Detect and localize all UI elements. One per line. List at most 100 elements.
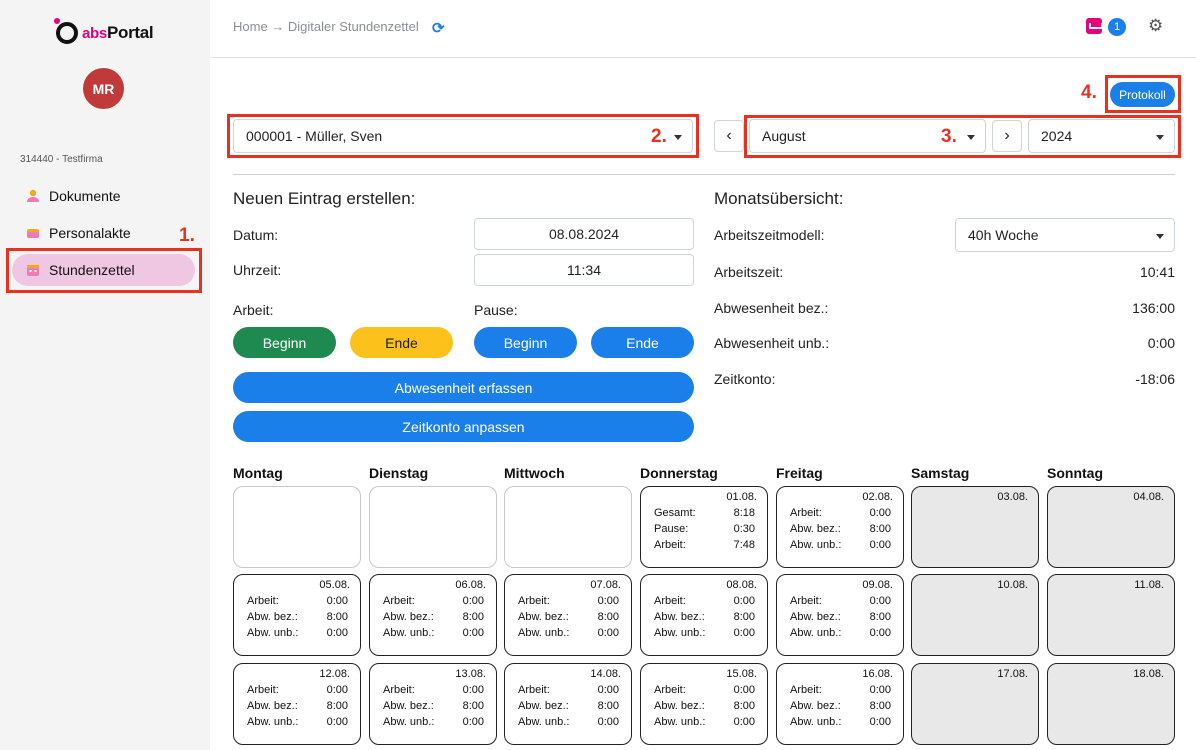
pause-end-button[interactable]: Ende (591, 327, 694, 358)
empty-day-cell (233, 486, 361, 568)
day-cell[interactable]: 08.08. Arbeit: 0:00 Abw. bez.: 8:00 Abw. unb.… (640, 574, 768, 656)
summary-title: Monatsübersicht: (714, 189, 844, 208)
day-entry-label: Abw. unb.: (383, 627, 435, 639)
avatar[interactable]: MR (83, 68, 124, 109)
day-cell[interactable]: 15.08. Arbeit: 0:00 Abw. bez.: 8:00 Abw. unb.… (640, 663, 768, 745)
day-entry-row: Abw. bez.: 8:00 (790, 700, 891, 712)
work-model-select[interactable]: 40h Woche (955, 218, 1175, 252)
weekday-header: Donnerstag (640, 465, 718, 481)
absence-paid-value: 136:00 (1132, 300, 1175, 316)
protokoll-button[interactable]: Protokoll (1110, 82, 1175, 107)
day-cell[interactable]: 10.08. (911, 574, 1039, 656)
day-entry-value: 8:00 (869, 700, 891, 712)
day-entry-row: Arbeit: 0:00 (790, 507, 891, 519)
year-select[interactable]: 2024 (1028, 119, 1175, 153)
refresh-icon[interactable]: ⟳ (432, 19, 445, 37)
day-entry-value: 8:18 (733, 507, 755, 519)
day-cell[interactable]: 02.08. Arbeit: 0:00 Abw. bez.: 8:00 Abw. unb.… (776, 486, 904, 568)
day-entry-row: Abw. unb.: 0:00 (790, 627, 891, 639)
day-entry-row: Arbeit: 0:00 (383, 595, 484, 607)
day-entry-label: Arbeit: (790, 595, 822, 607)
record-absence-button[interactable]: Abwesenheit erfassen (233, 372, 694, 403)
day-entry-row: Abw. unb.: 0:00 (383, 627, 484, 639)
day-cell[interactable]: 11.08. (1047, 574, 1175, 656)
day-date: 08.08. (726, 579, 757, 591)
sidebar-item-stundenzettel[interactable]: Stundenzettel (12, 254, 195, 286)
day-cell[interactable]: 03.08. (911, 486, 1039, 568)
chevron-down-icon (1156, 135, 1164, 140)
day-cell[interactable]: 14.08. Arbeit: 0:00 Abw. bez.: 8:00 Abw. unb.… (504, 663, 632, 745)
day-entry-value: 0:00 (869, 539, 891, 551)
sidebar-item-personalakte[interactable]: Personalakte (12, 217, 195, 249)
day-entry-row: Arbeit: 0:00 (790, 595, 891, 607)
adjust-time-account-button[interactable]: Zeitkonto anpassen (233, 411, 694, 442)
day-cell[interactable]: 17.08. (911, 663, 1039, 745)
weekday-header: Samstag (911, 465, 970, 481)
day-entry-value: 0:00 (326, 627, 348, 639)
app-logo[interactable]: abs Portal (54, 18, 154, 46)
day-cell[interactable]: 07.08. Arbeit: 0:00 Abw. bez.: 8:00 Abw. unb.… (504, 574, 632, 656)
chevron-down-icon (1156, 234, 1164, 239)
day-entry-row: Gesamt: 8:18 (654, 507, 755, 519)
day-entry-value: 0:00 (326, 595, 348, 607)
weekday-header: Sonntag (1047, 465, 1103, 481)
day-entry-value: 0:00 (869, 716, 891, 728)
day-entry-label: Arbeit: (790, 684, 822, 696)
day-entry-row: Abw. bez.: 8:00 (518, 611, 619, 623)
day-entry-row: Arbeit: 0:00 (518, 684, 619, 696)
prev-month-button[interactable]: ‹ (714, 120, 744, 152)
chevron-down-icon (967, 135, 975, 140)
day-cell[interactable]: 16.08. Arbeit: 0:00 Abw. bez.: 8:00 Abw. unb.… (776, 663, 904, 745)
gear-icon[interactable]: ⚙ (1148, 16, 1163, 36)
day-cell[interactable]: 06.08. Arbeit: 0:00 Abw. bez.: 8:00 Abw. unb.… (369, 574, 497, 656)
day-entry-label: Abw. unb.: (247, 716, 299, 728)
day-entry-label: Abw. unb.: (654, 716, 706, 728)
logo-abs-text: abs (82, 24, 107, 42)
day-cell[interactable]: 05.08. Arbeit: 0:00 Abw. bez.: 8:00 Abw. unb.… (233, 574, 361, 656)
day-entry-label: Abw. bez.: (247, 611, 298, 623)
employee-select[interactable]: 000001 - Müller, Sven (233, 119, 693, 153)
weekday-header: Dienstag (369, 465, 429, 481)
day-entry-row: Abw. unb.: 0:00 (247, 627, 348, 639)
date-field[interactable]: 08.08.2024 (474, 218, 694, 250)
day-entry-label: Abw. bez.: (790, 611, 841, 623)
day-cell[interactable]: 13.08. Arbeit: 0:00 Abw. bez.: 8:00 Abw. unb.… (369, 663, 497, 745)
day-entry-label: Abw. bez.: (247, 700, 298, 712)
chevron-right-icon: › (1004, 127, 1010, 144)
worktime-value: 10:41 (1139, 264, 1175, 280)
divider (233, 174, 1175, 175)
day-entry-label: Abw. bez.: (383, 611, 434, 623)
notification-badge[interactable]: 1 (1108, 18, 1126, 36)
pause-begin-button[interactable]: Beginn (474, 327, 577, 358)
next-month-button[interactable]: › (992, 120, 1022, 152)
day-cell[interactable]: 09.08. Arbeit: 0:00 Abw. bez.: 8:00 Abw. unb.… (776, 574, 904, 656)
day-entry-row: Abw. bez.: 8:00 (247, 611, 348, 623)
work-begin-button[interactable]: Beginn (233, 327, 336, 358)
month-select-value: August (762, 128, 806, 144)
day-entry-row: Abw. unb.: 0:00 (654, 716, 755, 728)
employee-select-value: 000001 - Müller, Sven (246, 128, 383, 144)
work-end-button[interactable]: Ende (350, 327, 453, 358)
day-cell[interactable]: 18.08. (1047, 663, 1175, 745)
day-entry-value: 7:48 (733, 539, 755, 551)
day-date: 06.08. (455, 579, 486, 591)
inbox-icon[interactable] (1086, 18, 1103, 34)
day-entry-value: 0:00 (597, 595, 619, 607)
day-entry-value: 8:00 (326, 700, 348, 712)
day-entry-label: Abw. unb.: (790, 627, 842, 639)
sidebar-item-dokumente[interactable]: Dokumente (12, 180, 195, 212)
day-entry-row: Abw. unb.: 0:00 (247, 716, 348, 728)
day-cell[interactable]: 01.08. Gesamt: 8:18 Pause: 0:30 Arbeit: 7:48 (640, 486, 768, 568)
day-cell[interactable]: 12.08. Arbeit: 0:00 Abw. bez.: 8:00 Abw. unb.… (233, 663, 361, 745)
day-entry-row: Abw. bez.: 8:00 (790, 523, 891, 535)
day-date: 05.08. (319, 579, 350, 591)
day-cell[interactable]: 04.08. (1047, 486, 1175, 568)
day-entry-label: Abw. unb.: (654, 627, 706, 639)
breadcrumb[interactable]: Home → Digitaler Stundenzettel (233, 19, 419, 34)
time-field[interactable]: 11:34 (474, 254, 694, 286)
day-entry-row: Abw. bez.: 8:00 (383, 700, 484, 712)
day-entry-row: Abw. unb.: 0:00 (654, 627, 755, 639)
person-icon (27, 189, 39, 202)
day-entry-value: 0:00 (462, 716, 484, 728)
absence-unpaid-value: 0:00 (1147, 335, 1175, 351)
